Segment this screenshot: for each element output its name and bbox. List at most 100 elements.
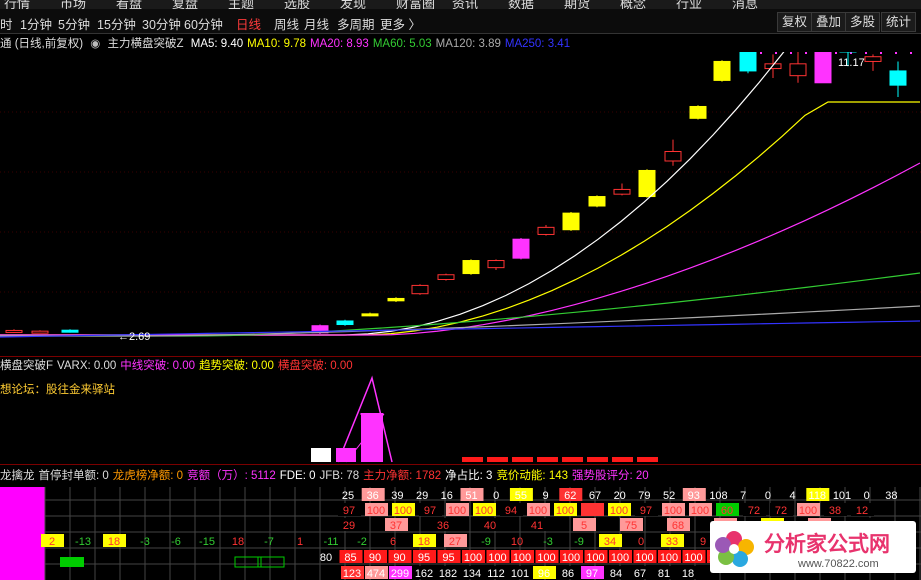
period-tab[interactable]: 5分钟 xyxy=(58,14,90,33)
grid-cell: -3 xyxy=(140,536,150,548)
grid-cell: 72 xyxy=(775,505,787,517)
topnav-item[interactable]: 资讯 xyxy=(452,0,478,9)
topnav-item[interactable]: 复盘 xyxy=(172,0,198,9)
grid-cell: 79 xyxy=(638,490,650,502)
grid-cell: 0 xyxy=(864,490,870,502)
grid-cell: 90 xyxy=(369,552,381,564)
candle xyxy=(61,329,79,333)
grid-cell: 98 xyxy=(586,505,598,517)
grid-cell: 0 xyxy=(493,490,499,502)
legend-item: MA120: 3.89 xyxy=(435,38,501,50)
settings-icon[interactable]: ◉ xyxy=(90,38,100,50)
grid-cell: 39 xyxy=(391,490,403,502)
grid-cell: 97 xyxy=(586,568,598,580)
topnav-item[interactable]: 概念 xyxy=(620,0,646,9)
grid-cell: 100 xyxy=(529,505,547,517)
grid-cell: 100 xyxy=(635,552,653,564)
period-tab[interactable]: 月线 xyxy=(304,14,329,33)
highlight-block xyxy=(0,487,45,580)
indicator-name[interactable]: 主力横盘突破Z xyxy=(108,38,184,50)
green-marker xyxy=(257,556,285,568)
topnav-item[interactable]: 看盘 xyxy=(116,0,142,9)
grid-cell: 100 xyxy=(611,552,629,564)
grid-cell: 40 xyxy=(484,520,496,532)
candle xyxy=(5,329,23,333)
grid-cell: 134 xyxy=(463,568,481,580)
green-marker xyxy=(234,556,262,568)
topnav-item[interactable]: 选股 xyxy=(284,0,310,9)
grid-cell: 97 xyxy=(343,505,355,517)
period-tab[interactable]: 1分钟 xyxy=(20,14,52,33)
topnav-item[interactable]: 行业 xyxy=(676,0,702,9)
candle xyxy=(562,212,580,231)
candlestick-chart[interactable]: 11.17 ←2.69 xyxy=(0,52,921,356)
legend-item: 主力净额: 1782 xyxy=(363,470,442,482)
grid-cell: -9 xyxy=(481,536,491,548)
grid-cell: 95 xyxy=(442,552,454,564)
period-tab[interactable]: 30分钟 xyxy=(142,14,181,33)
topnav-item[interactable]: 财富圈 xyxy=(396,0,435,9)
candle xyxy=(638,169,656,198)
grid-cell: 100 xyxy=(475,505,493,517)
toolbar-button[interactable]: 复权 xyxy=(777,12,813,32)
candle xyxy=(664,151,682,162)
period-toolbar: 时 1分钟 5分钟 15分钟 30分钟 60分钟 日线 周线 月线 多周期 更多 〉 复权 叠加 多股 统计 xyxy=(0,9,921,34)
green-marker xyxy=(60,557,84,567)
signal-dot xyxy=(880,52,882,54)
topnav-item[interactable]: 消息 xyxy=(732,0,758,9)
grid-cell: -2 xyxy=(357,536,367,548)
period-tab[interactable]: 更多 〉 xyxy=(380,14,421,33)
table-legend: 龙擒龙 首停封单额: 0 龙虎榜净额: 0 竞额（万）: 5112 FDE: 0 JFB:… xyxy=(0,467,653,483)
candle xyxy=(437,274,455,280)
ma10-line xyxy=(0,101,920,336)
period-tab[interactable]: 15分钟 xyxy=(97,14,136,33)
signal-bar xyxy=(311,448,331,462)
candle xyxy=(537,226,555,235)
grid-cell: 100 xyxy=(610,505,628,517)
grid-cell: 33 xyxy=(666,536,678,548)
grid-cell: 5 xyxy=(581,520,587,532)
toolbar-button[interactable]: 统计 xyxy=(881,12,917,32)
topnav-item[interactable]: 主题 xyxy=(228,0,254,9)
low-price-label: ←2.69 xyxy=(118,331,150,343)
candle xyxy=(512,238,530,259)
period-tab[interactable]: 时 xyxy=(0,14,13,33)
topnav-item[interactable]: 发现 xyxy=(340,0,366,9)
signal-bar xyxy=(637,457,658,462)
indicator-chart[interactable] xyxy=(0,360,921,464)
period-tab[interactable]: 多周期 xyxy=(337,14,375,33)
topnav-item[interactable]: 期货 xyxy=(564,0,590,9)
toolbar-button[interactable]: 叠加 xyxy=(811,12,847,32)
grid-cell: 6 xyxy=(390,536,396,548)
topnav-item[interactable]: 市场 xyxy=(60,0,86,9)
toolbar-button[interactable]: 多股 xyxy=(845,12,881,32)
period-tab[interactable]: 60分钟 xyxy=(184,14,223,33)
legend-item: MA60: 5.03 xyxy=(372,38,432,50)
grid-cell: 41 xyxy=(531,520,543,532)
grid-cell: 100 xyxy=(513,552,531,564)
candle xyxy=(487,260,505,269)
grid-cell: 20 xyxy=(614,490,626,502)
grid-cell: 10 xyxy=(511,536,523,548)
grid-cell: 97 xyxy=(640,505,652,517)
candle xyxy=(739,52,757,72)
grid-cell: 85 xyxy=(344,552,356,564)
grid-cell: 36 xyxy=(437,520,449,532)
ma5-line xyxy=(0,52,785,336)
grid-cell: 38 xyxy=(885,490,897,502)
signal-dot xyxy=(910,52,912,54)
grid-cell: 62 xyxy=(564,490,576,502)
legend-item: FDE: 0 xyxy=(279,470,316,482)
grid-cell: 96 xyxy=(538,568,550,580)
topnav-item[interactable]: 行情 xyxy=(4,0,30,9)
period-tab[interactable]: 周线 xyxy=(274,14,299,33)
period-tab[interactable]: 日线 xyxy=(236,14,261,33)
legend-item: 龙擒龙 xyxy=(0,470,35,482)
signal-dot xyxy=(835,52,837,54)
topnav-item[interactable]: 数据 xyxy=(508,0,534,9)
signal-bar xyxy=(361,413,383,462)
grid-cell: 84 xyxy=(610,568,622,580)
grid-cell: 118 xyxy=(809,490,827,502)
grid-cell: -15 xyxy=(199,536,215,548)
candle xyxy=(336,320,354,326)
